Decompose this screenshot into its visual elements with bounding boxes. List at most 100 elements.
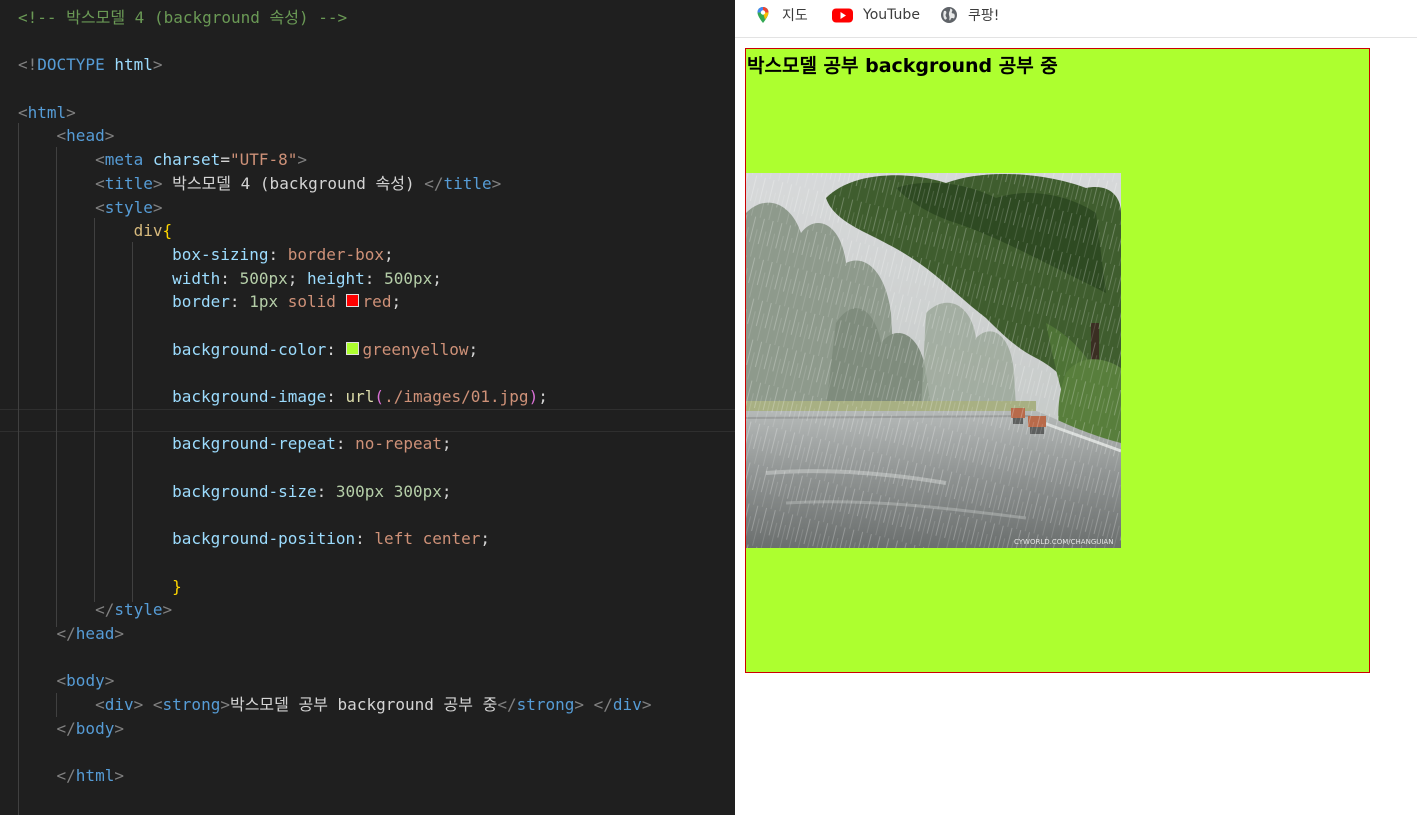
- code-token: :: [326, 387, 346, 406]
- code-line[interactable]: <!DOCTYPE html>: [18, 53, 735, 77]
- code-token: :: [335, 434, 356, 454]
- code-line[interactable]: [18, 30, 735, 54]
- code-line[interactable]: [18, 456, 735, 480]
- code-token: border: [172, 292, 230, 312]
- youtube-icon: [832, 6, 853, 24]
- code-token: :: [220, 268, 240, 288]
- code-token: >: [104, 671, 115, 691]
- code-line[interactable]: [18, 503, 735, 527]
- code-token: >: [297, 150, 308, 170]
- code-line[interactable]: width: 500px; height: 500px;: [18, 267, 735, 291]
- code-line[interactable]: <!-- 박스모델 4 (background 속성) -->: [18, 6, 735, 30]
- code-token: <: [56, 671, 67, 691]
- code-lines[interactable]: <!-- 박스모델 4 (background 속성) --> <!DOCTYPE…: [0, 6, 735, 812]
- code-line[interactable]: [18, 551, 735, 575]
- code-token: 박스모델 공부 background 공부 중: [229, 694, 498, 714]
- color-swatch[interactable]: [345, 294, 359, 308]
- code-line[interactable]: background-size: 300px 300px;: [18, 480, 735, 504]
- code-token: </: [424, 173, 444, 193]
- code-token: >: [220, 694, 230, 714]
- code-token: 300px: [393, 481, 442, 501]
- code-token: >: [133, 694, 144, 714]
- code-token: </: [56, 718, 76, 738]
- demo-strong-text: 박스모델 공부 background 공부 중: [747, 55, 1058, 77]
- indent-guide: [56, 147, 57, 627]
- code-line[interactable]: <style>: [18, 196, 735, 220]
- code-token: meta: [104, 150, 144, 170]
- code-line[interactable]: box-sizing: border-box;: [18, 243, 735, 267]
- code-line[interactable]: <head>: [18, 124, 735, 148]
- code-token: >: [114, 718, 124, 738]
- code-token: ./images/01.jpg: [384, 387, 529, 406]
- code-token: 500px: [239, 268, 288, 288]
- code-token: ;: [391, 292, 402, 312]
- code-token: center: [422, 529, 481, 549]
- code-token: >: [152, 173, 163, 193]
- code-line[interactable]: <meta charset="UTF-8">: [18, 148, 735, 172]
- code-token: <: [18, 102, 28, 122]
- code-token: </: [95, 600, 115, 620]
- code-line[interactable]: background-image: url(./images/01.jpg);: [18, 385, 735, 409]
- code-token: solid: [287, 292, 336, 312]
- code-token: :: [229, 292, 250, 312]
- code-line[interactable]: background-color: greenyellow;: [18, 338, 735, 362]
- bookmark-maps[interactable]: 지도: [754, 4, 808, 26]
- code-token: :: [364, 268, 385, 288]
- code-line[interactable]: [18, 740, 735, 764]
- code-line[interactable]: border: 1px solid red;: [18, 290, 735, 314]
- code-token: >: [114, 623, 124, 643]
- code-line[interactable]: }: [18, 575, 735, 599]
- code-token: head: [75, 623, 115, 643]
- code-token: background-repeat: [172, 434, 336, 454]
- code-line[interactable]: background-position: left center;: [18, 527, 735, 551]
- code-line[interactable]: div{: [18, 219, 735, 243]
- code-line[interactable]: <title> 박스모델 4 (background 속성) </title>: [18, 172, 735, 196]
- code-token: url: [345, 387, 375, 406]
- bookmark-label: 쿠팡!: [968, 8, 1000, 24]
- code-token: >: [574, 694, 585, 714]
- code-token: 300px: [335, 481, 385, 501]
- image-watermark: CYWORLD.COM/CHANGUIAN: [1014, 538, 1113, 546]
- bookmark-coupang[interactable]: 쿠팡!: [940, 4, 999, 26]
- code-token: >: [641, 694, 652, 714]
- code-line[interactable]: <html>: [18, 101, 735, 125]
- code-token: background-size: [172, 481, 317, 501]
- code-line[interactable]: [18, 314, 735, 338]
- code-token: div: [133, 221, 163, 241]
- code-token: body: [66, 671, 105, 691]
- code-token: ;: [441, 434, 452, 454]
- code-editor[interactable]: <!-- 박스모델 4 (background 속성) --> <!DOCTYPE…: [0, 0, 735, 815]
- code-line[interactable]: [18, 646, 735, 670]
- code-line[interactable]: <body>: [18, 669, 735, 693]
- code-line[interactable]: [18, 77, 735, 101]
- code-token: width: [172, 268, 221, 288]
- code-line[interactable]: </style>: [18, 598, 735, 622]
- code-line[interactable]: [0, 408, 735, 433]
- color-swatch[interactable]: [345, 341, 359, 355]
- code-line[interactable]: background-repeat: no-repeat;: [18, 432, 735, 456]
- code-line[interactable]: <div> <strong>박스모델 공부 background 공부 중</s…: [18, 693, 735, 717]
- code-token: background-position: [172, 529, 356, 549]
- code-line[interactable]: </body>: [18, 717, 735, 741]
- bookmark-youtube[interactable]: YouTube: [832, 4, 920, 26]
- code-token: <: [95, 197, 105, 217]
- code-line[interactable]: [18, 788, 735, 812]
- code-line[interactable]: </html>: [18, 764, 735, 788]
- code-token: >: [66, 102, 76, 122]
- code-token: =: [220, 150, 230, 170]
- code-token: height: [307, 268, 365, 288]
- code-token: red: [362, 292, 392, 312]
- code-line[interactable]: </head>: [18, 622, 735, 646]
- code-line[interactable]: [18, 361, 735, 385]
